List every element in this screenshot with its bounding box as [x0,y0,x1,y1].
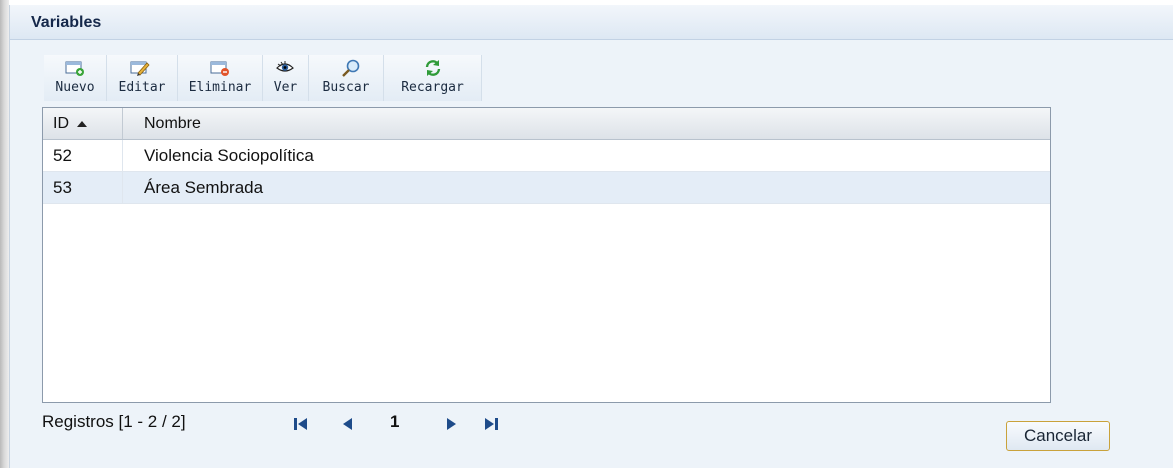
column-header-id[interactable]: ID [43,108,123,139]
column-header-nombre[interactable]: Nombre [123,108,1049,139]
cancel-button[interactable]: Cancelar [1006,421,1110,451]
column-header-id-label: ID [53,115,69,132]
table-row[interactable]: 53 Área Sembrada [43,172,1050,204]
eliminar-label: Eliminar [188,80,252,95]
nuevo-button[interactable]: Nuevo [44,55,107,101]
eye-icon [276,61,294,72]
recargar-button[interactable]: Recargar [384,55,482,101]
toolbar: Nuevo Editar Eliminar Ver Buscar Recarga… [44,55,482,101]
column-header-nombre-label: Nombre [144,115,201,132]
ver-button[interactable]: Ver [263,55,309,101]
edit-pencil-icon [130,61,150,76]
buscar-label: Buscar [322,80,370,95]
previous-page-icon[interactable] [341,418,355,430]
last-page-icon[interactable] [485,418,499,430]
cell-id-value: 52 [53,146,72,165]
cell-id-value: 53 [53,178,72,197]
cell-id: 53 [43,172,123,203]
new-window-icon [65,61,84,76]
variables-grid: ID Nombre 52 Violencia Sociopolítica 53 … [42,107,1051,403]
recargar-label: Recargar [401,80,464,95]
cell-nombre: Área Sembrada [144,178,264,197]
current-page-number: 1 [390,412,400,431]
pager-info: Registros [1 - 2 / 2] [42,412,186,431]
magnifier-icon [342,59,360,77]
delete-window-icon [210,61,229,76]
next-page-icon[interactable] [445,418,459,430]
editar-button[interactable]: Editar [107,55,178,101]
nuevo-label: Nuevo [55,80,95,95]
first-page-icon[interactable] [294,418,308,430]
eliminar-button[interactable]: Eliminar [178,55,263,101]
refresh-icon [425,60,441,76]
ver-label: Ver [273,80,298,95]
editar-label: Editar [118,80,166,95]
window-edge [0,0,9,468]
sort-ascending-icon [77,121,87,127]
cell-id: 52 [43,140,123,171]
buscar-button[interactable]: Buscar [309,55,384,101]
panel-header: Variables [10,5,1173,40]
cell-nombre: Violencia Sociopolítica [144,146,314,165]
table-row[interactable]: 52 Violencia Sociopolítica [43,140,1050,172]
grid-header: ID Nombre [43,108,1050,140]
panel-title: Variables [31,14,102,31]
